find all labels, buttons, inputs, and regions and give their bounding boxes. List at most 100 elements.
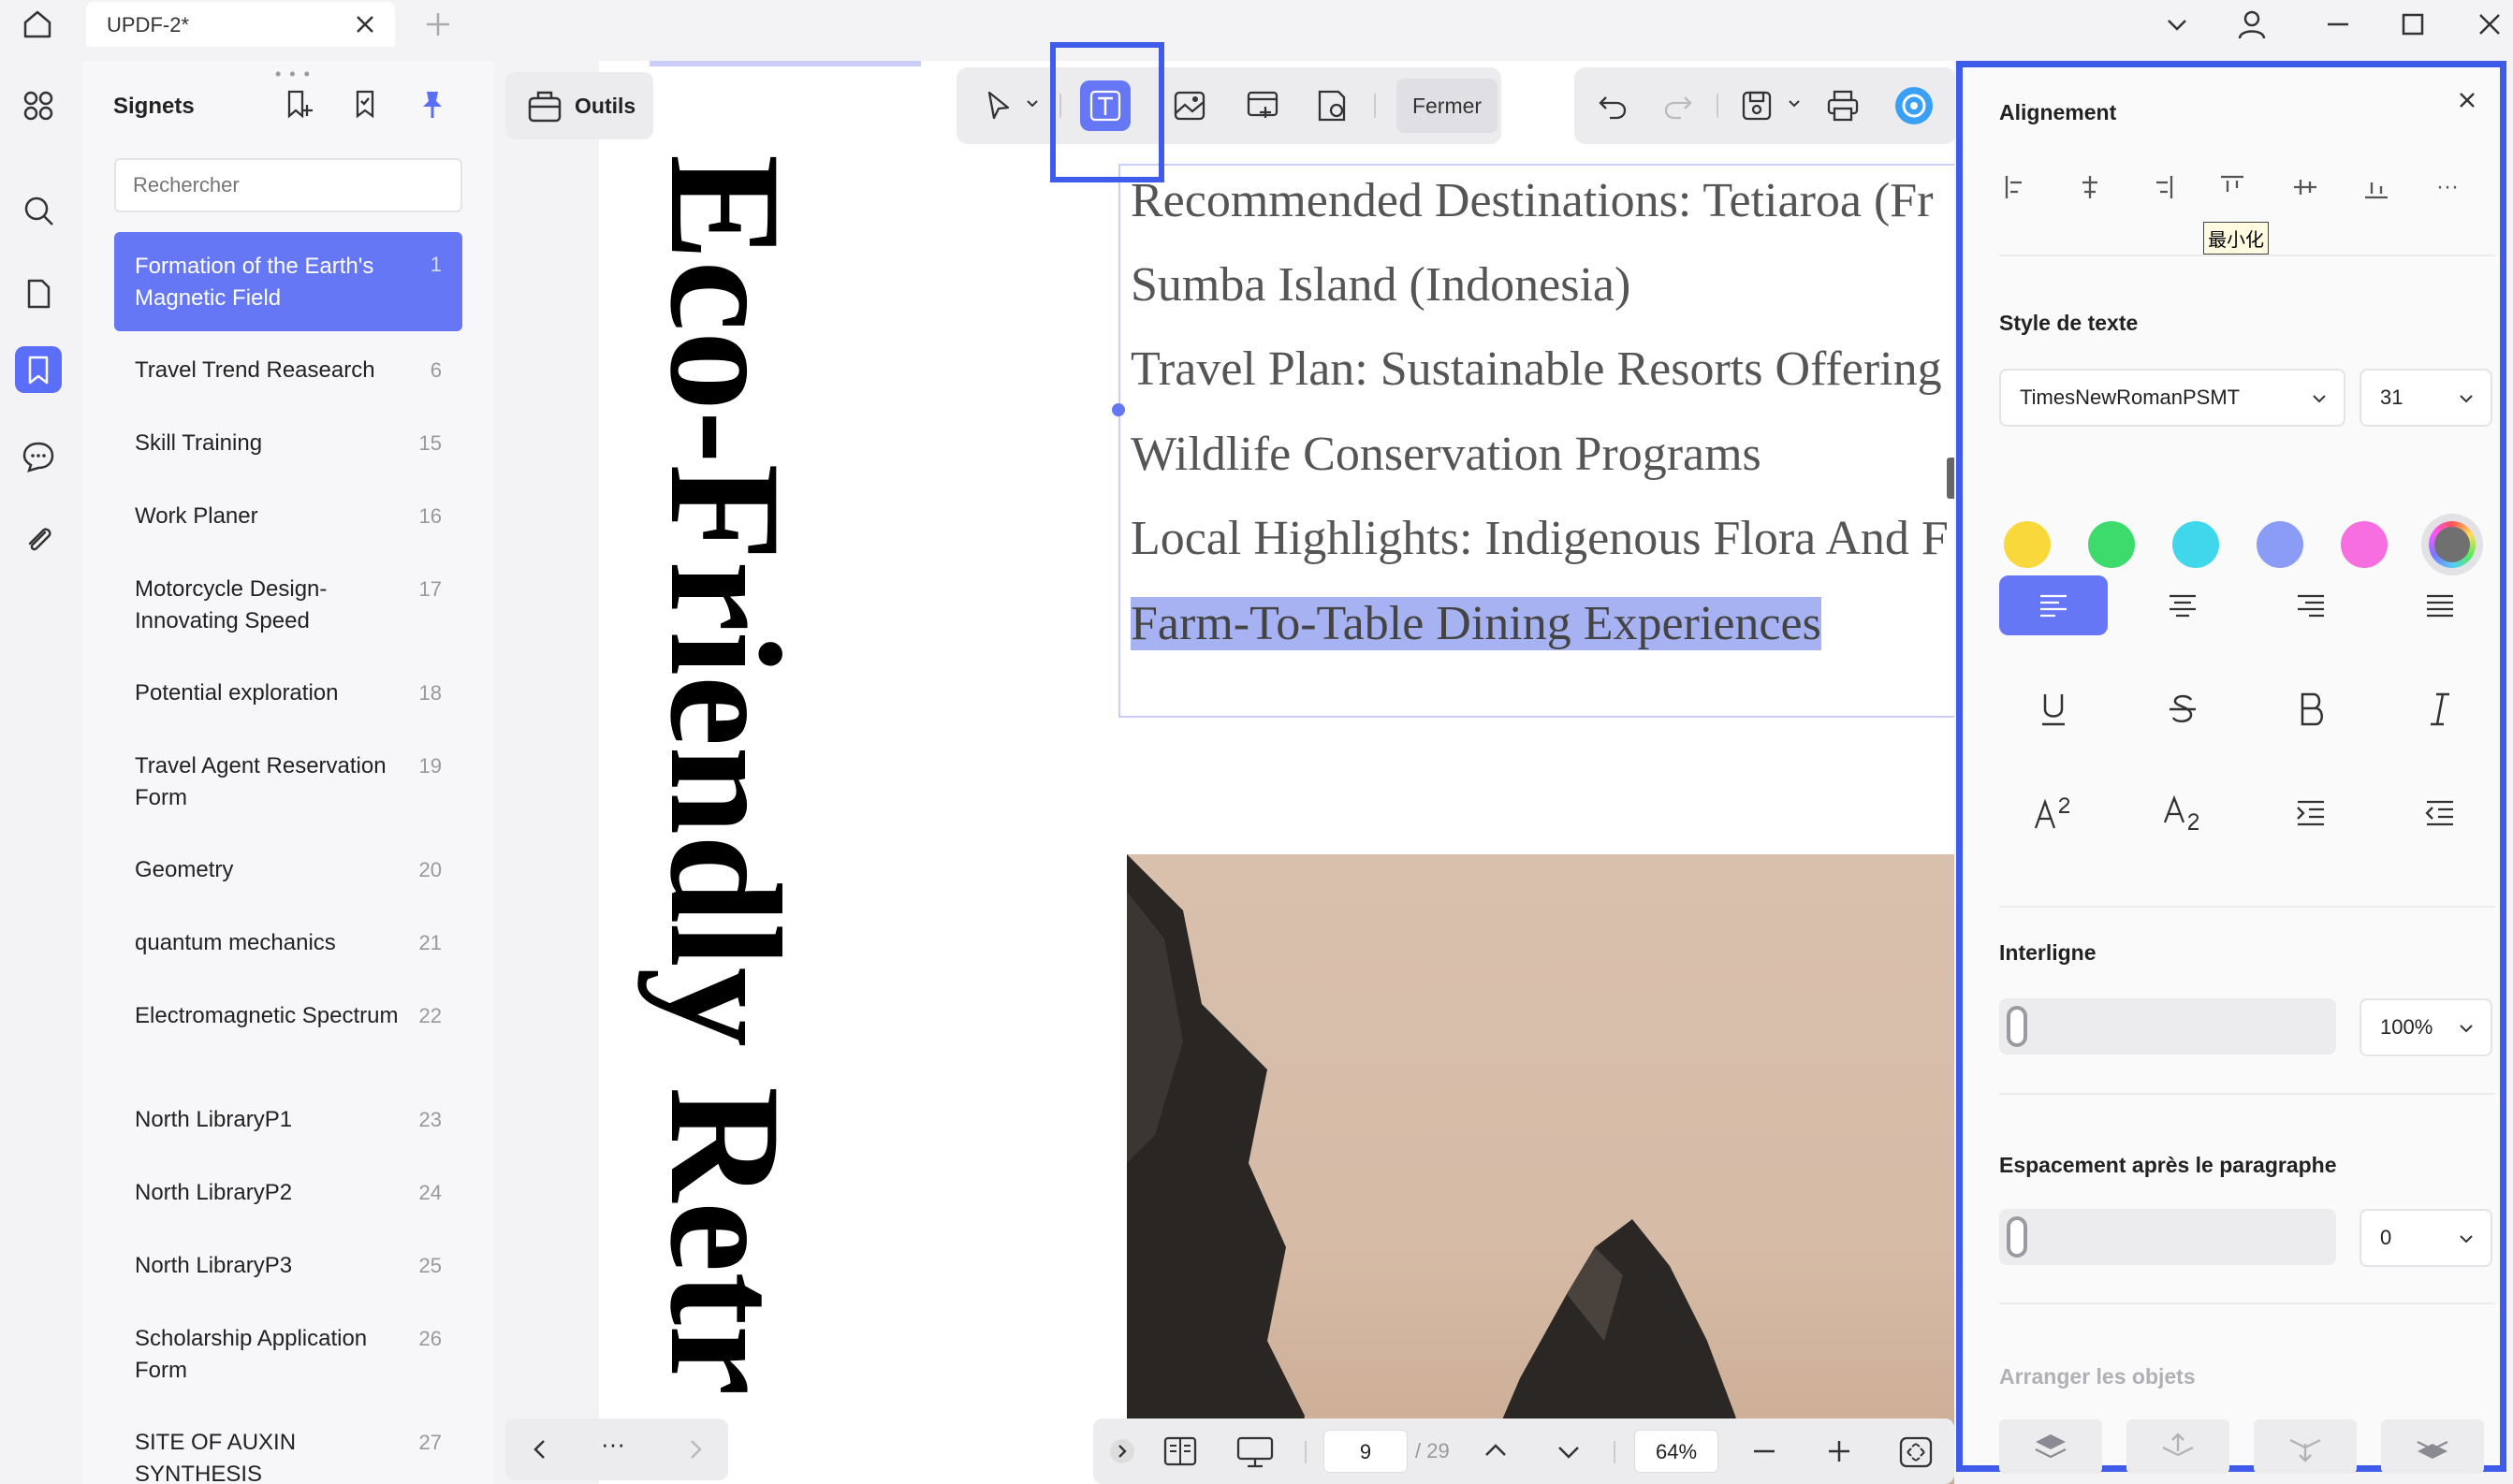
bookmark-item[interactable]: North LibraryP2 24 — [114, 1177, 462, 1209]
italic-button[interactable] — [2386, 679, 2494, 739]
paragraph-spacing-slider[interactable] — [1999, 1209, 2336, 1265]
bookmark-icon[interactable] — [15, 346, 62, 393]
select-tool-icon[interactable] — [973, 80, 1024, 131]
add-image-tool-icon[interactable] — [1164, 80, 1215, 131]
bookmark-item[interactable]: Geometry 20 — [114, 854, 462, 886]
color-swatch-blue[interactable] — [2257, 521, 2303, 568]
bookmark-item[interactable]: Motorcycle Design-Innovating Speed 17 — [114, 574, 462, 637]
text-align-left-button[interactable] — [1999, 575, 2108, 635]
document-canvas[interactable]: Eco-Friendly Retr Recommended Destinatio… — [599, 61, 1954, 1484]
page-number-input[interactable]: 9 — [1323, 1430, 1408, 1473]
underline-button[interactable] — [1999, 679, 2108, 739]
search-icon[interactable] — [15, 187, 62, 234]
add-stamp-tool-icon[interactable] — [1307, 80, 1357, 131]
redo-icon[interactable] — [1653, 80, 1703, 131]
home-icon[interactable] — [17, 6, 58, 43]
previous-page-icon[interactable] — [1481, 1435, 1511, 1465]
bookmark-list-icon[interactable] — [346, 85, 384, 123]
chevron-down-icon[interactable] — [2158, 6, 2196, 43]
close-window-icon[interactable] — [2471, 6, 2508, 43]
increase-indent-button[interactable] — [2257, 783, 2365, 843]
bookmark-item[interactable]: SITE OF AUXIN SYNTHESIS 27 — [114, 1427, 462, 1484]
drag-handle-icon[interactable]: • • • — [275, 65, 312, 84]
color-swatch-pink[interactable] — [2341, 521, 2388, 568]
pages-icon[interactable] — [15, 270, 62, 317]
add-link-tool-icon[interactable] — [1237, 80, 1288, 131]
new-tab-icon[interactable] — [421, 7, 455, 41]
paragraph-spacing-select[interactable]: 0 — [2360, 1209, 2492, 1267]
maximize-icon[interactable] — [2394, 6, 2432, 43]
document-line[interactable]: Local Highlights: Indigenous Flora And F — [1131, 511, 1949, 566]
bring-to-front-icon[interactable] — [1999, 1419, 2102, 1474]
document-line[interactable]: Travel Plan: Sustainable Resorts Offerin… — [1131, 342, 1942, 397]
font-size-select[interactable]: 31 — [2360, 369, 2492, 427]
account-icon[interactable] — [2233, 6, 2271, 43]
line-spacing-slider[interactable] — [1999, 998, 2336, 1055]
send-backward-icon[interactable] — [2254, 1419, 2357, 1474]
reading-mode-icon[interactable] — [1162, 1435, 1198, 1467]
bold-button[interactable] — [2257, 679, 2365, 739]
ai-assistant-icon[interactable] — [1889, 80, 1939, 131]
minimize-icon[interactable] — [2319, 6, 2357, 43]
subscript-button[interactable] — [2128, 783, 2237, 843]
bookmark-item[interactable]: Potential exploration 18 — [114, 677, 462, 709]
document-line[interactable]: Sumba Island (Indonesia) — [1131, 257, 1630, 313]
selected-document-line[interactable]: Farm-To-Table Dining Experiences — [1131, 596, 1821, 651]
color-swatch-cyan[interactable] — [2172, 521, 2219, 568]
align-left-icon[interactable] — [1996, 167, 2038, 208]
document-line[interactable]: Recommended Destinations: Tetiaroa (Fr — [1131, 173, 1934, 228]
document-line[interactable]: Wildlife Conservation Programs — [1131, 427, 1761, 482]
zoom-in-icon[interactable] — [1825, 1437, 1853, 1465]
comment-icon[interactable] — [15, 433, 62, 480]
text-align-right-button[interactable] — [2257, 575, 2365, 635]
close-panel-icon[interactable] — [2455, 88, 2483, 116]
bring-forward-icon[interactable] — [2126, 1419, 2229, 1474]
bookmark-item[interactable]: North LibraryP1 23 — [114, 1104, 462, 1136]
slider-knob[interactable] — [2007, 1216, 2027, 1258]
bookmark-item[interactable]: Work Planer 16 — [114, 501, 462, 532]
chevron-left-icon[interactable] — [526, 1435, 554, 1463]
slider-knob[interactable] — [2007, 1006, 2027, 1047]
custom-color-button[interactable] — [2421, 514, 2483, 575]
line-spacing-select[interactable]: 100% — [2360, 998, 2492, 1056]
bookmark-item[interactable]: Formation of the Earth's Magnetic Field … — [114, 232, 462, 331]
expand-icon[interactable] — [1108, 1437, 1136, 1465]
bookmark-item[interactable]: Electromagnetic Spectrum 22 — [114, 1000, 462, 1032]
bookmark-item[interactable]: Travel Trend Reasearch 6 — [114, 355, 462, 386]
align-center-horizontal-icon[interactable] — [2069, 167, 2111, 208]
color-swatch-green[interactable] — [2088, 521, 2135, 568]
zoom-level[interactable]: 64% — [1634, 1430, 1718, 1473]
close-edit-button[interactable]: Fermer — [1396, 79, 1498, 133]
add-bookmark-icon[interactable] — [279, 85, 316, 123]
print-icon[interactable] — [1818, 80, 1868, 131]
bookmark-item[interactable]: quantum mechanics 21 — [114, 927, 462, 959]
attachment-icon[interactable] — [15, 516, 62, 563]
document-tab[interactable]: UPDF-2* — [86, 2, 395, 47]
undo-icon[interactable] — [1587, 80, 1638, 131]
align-middle-vertical-icon[interactable] — [2285, 167, 2326, 208]
next-page-icon[interactable] — [1554, 1437, 1584, 1467]
zoom-out-icon[interactable] — [1750, 1437, 1778, 1465]
fit-page-icon[interactable] — [1898, 1435, 1934, 1469]
strikethrough-button[interactable] — [2128, 679, 2237, 739]
align-top-icon[interactable] — [2212, 167, 2253, 208]
pin-icon[interactable] — [414, 85, 451, 123]
send-to-back-icon[interactable] — [2381, 1419, 2484, 1474]
bookmark-item[interactable]: Travel Agent Reservation Form 19 — [114, 750, 462, 814]
tools-button[interactable]: Outils — [505, 72, 653, 139]
bookmark-item[interactable]: Scholarship Application Form 26 — [114, 1323, 462, 1387]
chevron-down-icon[interactable] — [1786, 95, 1803, 112]
bookmark-item[interactable]: North LibraryP3 25 — [114, 1250, 462, 1282]
chevron-down-icon[interactable] — [1024, 95, 1041, 112]
color-swatch-yellow[interactable] — [2004, 521, 2051, 568]
superscript-button[interactable] — [1999, 783, 2108, 843]
more-options-icon[interactable]: ··· — [2427, 167, 2468, 208]
close-tab-icon[interactable] — [352, 11, 378, 37]
text-justify-button[interactable] — [2386, 575, 2494, 635]
bookmark-item[interactable]: Skill Training 15 — [114, 428, 462, 459]
font-family-select[interactable]: TimesNewRomanPSMT — [1999, 369, 2345, 427]
align-bottom-icon[interactable] — [2356, 167, 2397, 208]
chevron-right-icon[interactable] — [681, 1435, 709, 1463]
thumbnails-icon[interactable] — [15, 82, 62, 129]
decrease-indent-button[interactable] — [2386, 783, 2494, 843]
